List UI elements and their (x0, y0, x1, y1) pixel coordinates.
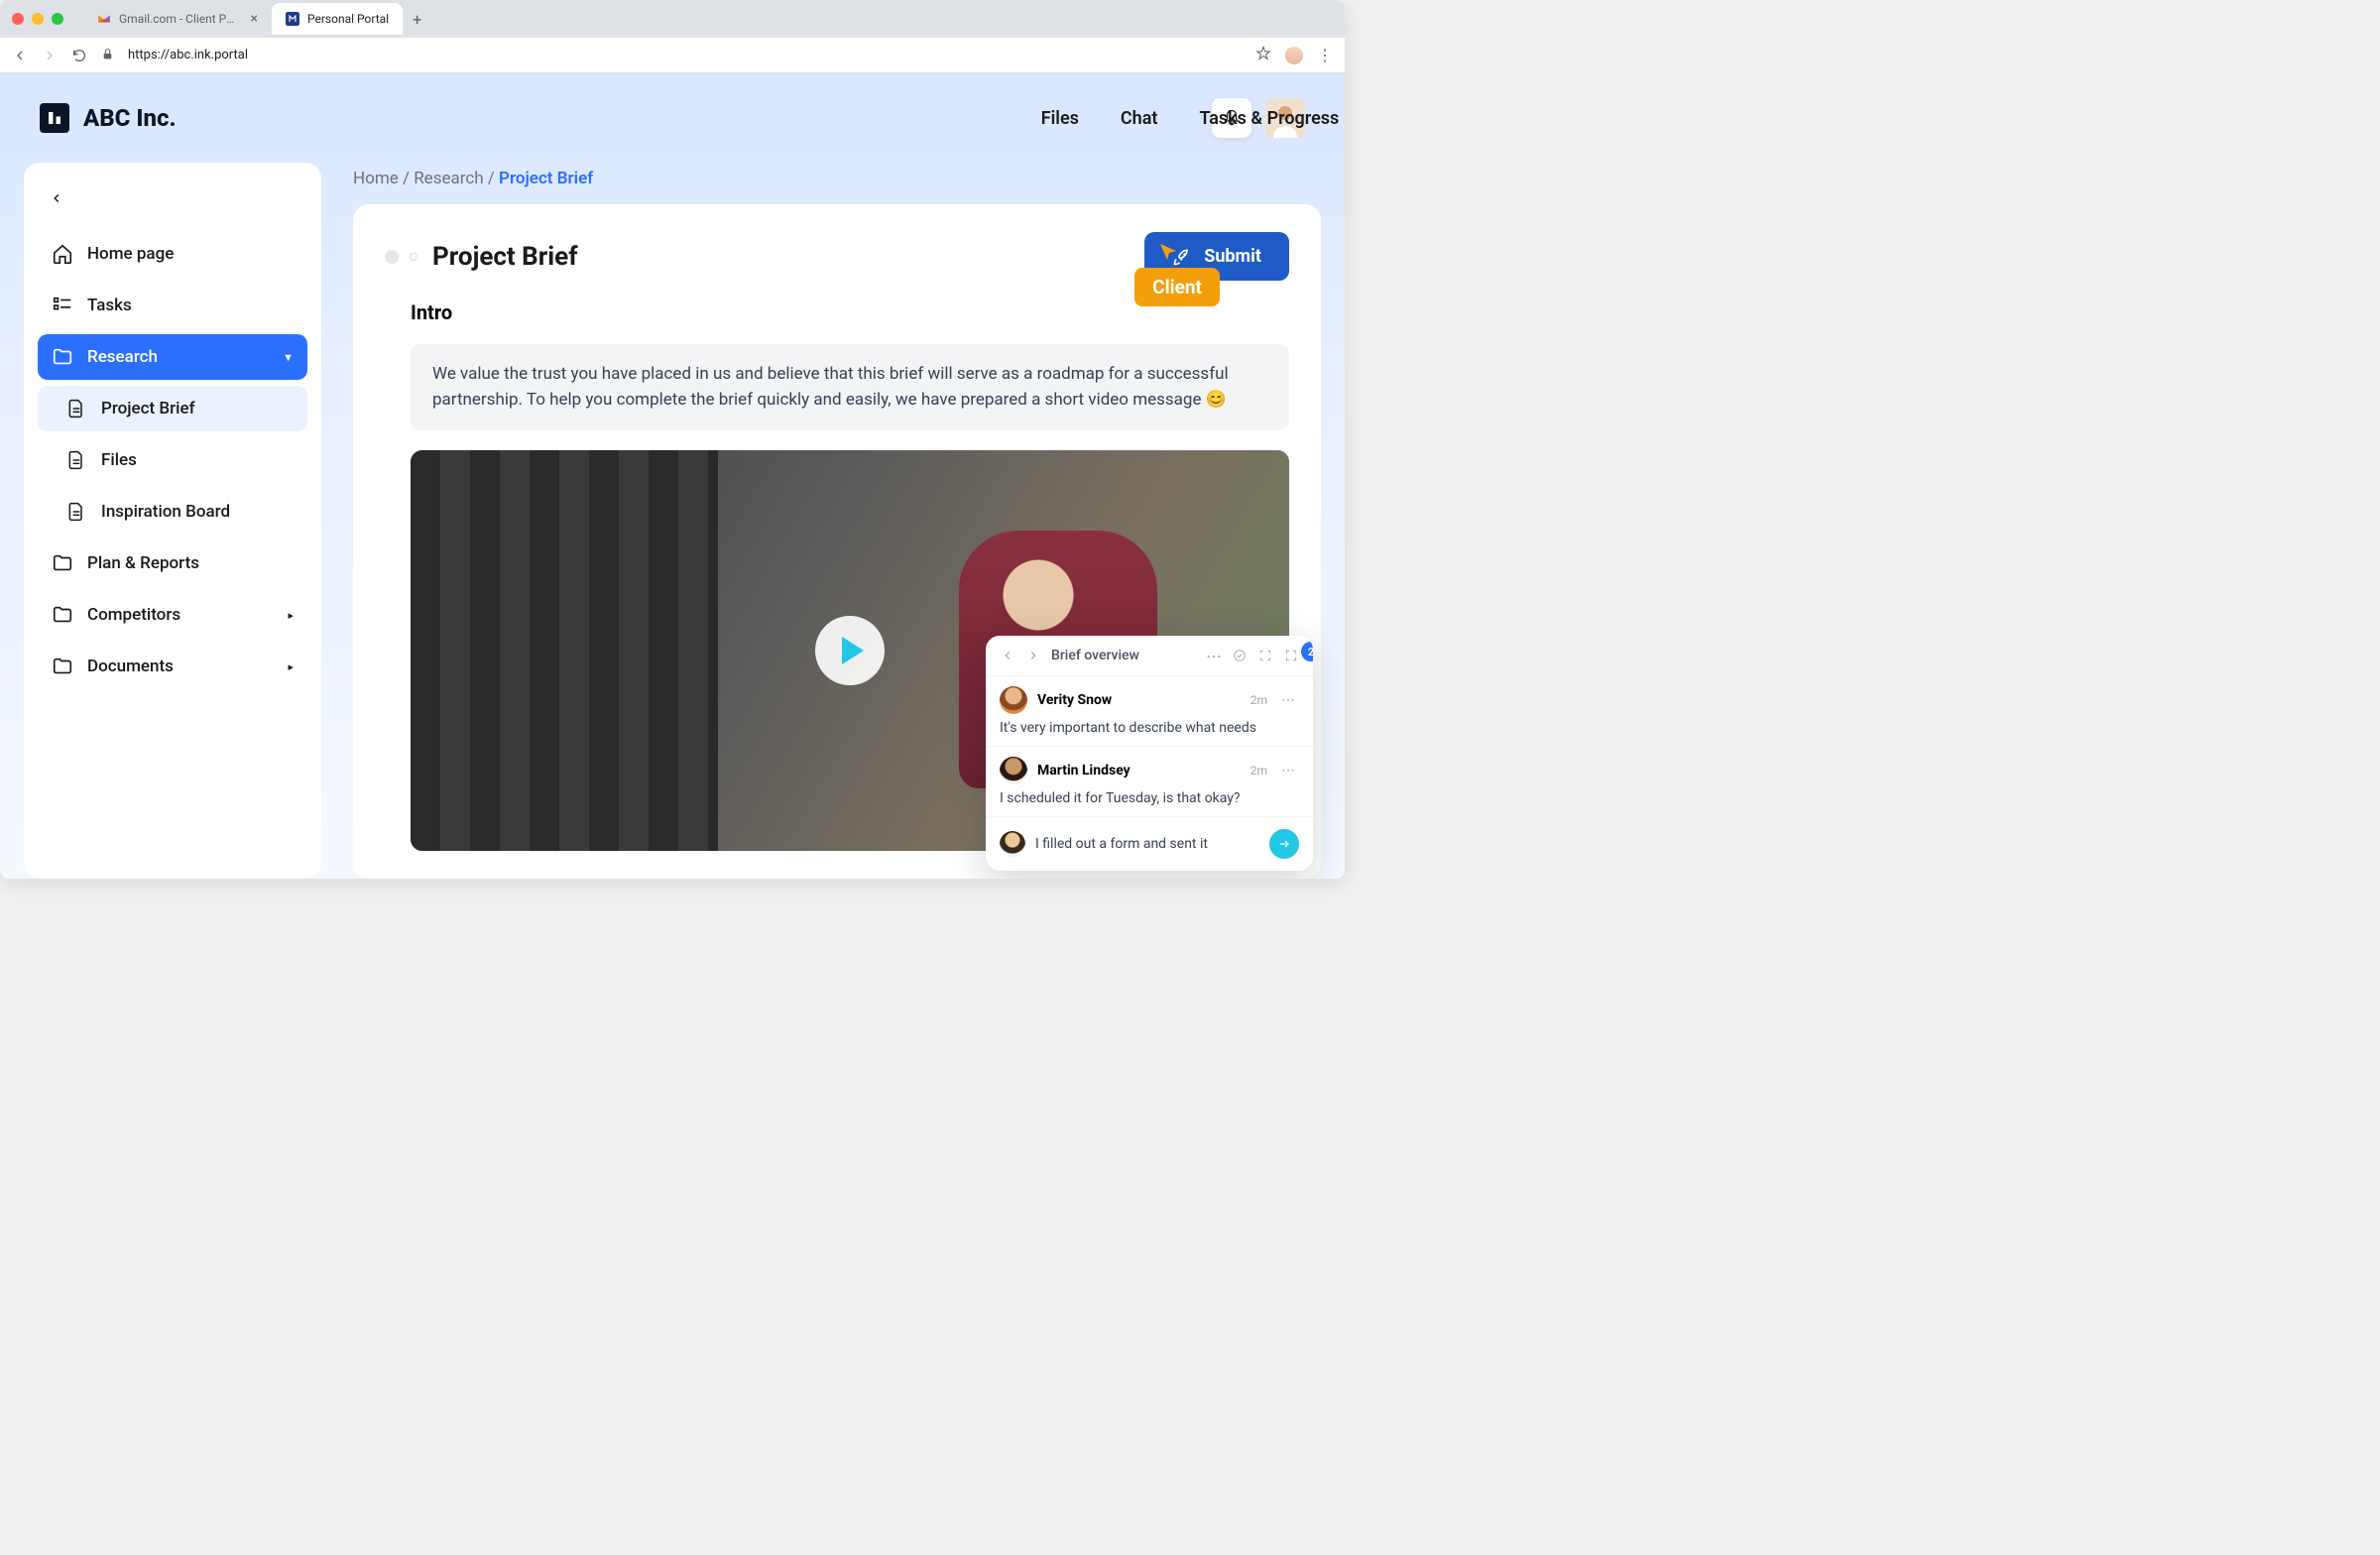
chat-panel: 2 Brief overview ⋯ Verity Snow (986, 636, 1313, 871)
submit-label: Submit (1204, 246, 1261, 267)
home-icon (52, 243, 73, 265)
browser-tab-inactive[interactable]: Gmail.com - Client Portal ... × (83, 3, 272, 35)
sidebar-item-plan[interactable]: Plan & Reports (38, 540, 307, 586)
breadcrumb-current: Project Brief (499, 169, 593, 188)
sidebar-item-label: Competitors (87, 605, 180, 625)
profile-avatar-icon[interactable] (1285, 47, 1303, 64)
page-title: Project Brief (432, 242, 578, 272)
menu-icon[interactable]: ⋮ (1317, 46, 1333, 64)
folder-icon (52, 604, 73, 626)
gmail-icon (97, 12, 111, 26)
chat-text: It's very important to describe what nee… (1000, 720, 1299, 736)
lock-icon (101, 46, 114, 64)
logo-mark-icon (40, 103, 69, 133)
sidebar-item-label: Inspiration Board (101, 502, 230, 522)
nav-chat[interactable]: Chat (1121, 108, 1158, 129)
breadcrumb-item[interactable]: Research (414, 169, 483, 188)
chat-author: Verity Snow (1037, 692, 1241, 708)
chat-author: Martin Lindsey (1037, 763, 1241, 778)
folder-icon (52, 346, 73, 368)
close-icon[interactable]: × (251, 11, 258, 27)
chat-input[interactable]: I filled out a form and sent it (1035, 836, 1259, 852)
window-controls[interactable] (12, 13, 63, 25)
chat-message: Martin Lindsey 2m ⋯ I scheduled it for T… (986, 746, 1313, 816)
folder-icon (52, 552, 73, 574)
sidebar-item-home[interactable]: Home page (38, 231, 307, 277)
chat-title: Brief overview (1051, 648, 1196, 663)
bookmark-icon[interactable] (1255, 46, 1271, 65)
status-indicators: ☺ (385, 250, 420, 264)
chat-text: I scheduled it for Tuesday, is that okay… (1000, 790, 1299, 806)
sidebar-item-documents[interactable]: Documents ▸ (38, 644, 307, 689)
arrow-right-icon (1277, 837, 1291, 851)
play-icon (842, 637, 864, 664)
more-icon[interactable]: ⋯ (1206, 648, 1222, 663)
play-button[interactable] (815, 616, 885, 685)
chevron-down-icon: ▼ (283, 351, 294, 364)
sidebar-item-competitors[interactable]: Competitors ▸ (38, 592, 307, 638)
breadcrumb-item[interactable]: Home (353, 169, 399, 188)
document-icon (65, 398, 87, 419)
sidebar-item-label: Plan & Reports (87, 553, 199, 573)
nav-tasks[interactable]: Tasks & Progress (1199, 108, 1339, 129)
chevron-right-icon[interactable] (1025, 648, 1041, 663)
browser-tab-bar: Gmail.com - Client Portal ... × Personal… (0, 0, 1345, 38)
more-icon[interactable]: ⋯ (1277, 692, 1299, 708)
chat-time: 2m (1250, 693, 1267, 707)
sidebar-item-inspiration[interactable]: Inspiration Board (38, 489, 307, 535)
sidebar-item-label: Project Brief (101, 399, 195, 419)
sidebar-back-button[interactable] (38, 186, 307, 225)
chat-message: Verity Snow 2m ⋯ It's very important to … (986, 675, 1313, 746)
url-field[interactable]: https://abc.ink.portal (128, 48, 1242, 62)
document-icon (65, 449, 87, 471)
sidebar-item-research[interactable]: Research ▼ (38, 334, 307, 380)
tab-title: Gmail.com - Client Portal ... (119, 12, 237, 26)
back-icon[interactable] (12, 48, 28, 63)
sidebar-item-label: Research (87, 347, 158, 367)
chevron-right-icon: ▸ (288, 660, 294, 673)
sidebar-item-label: Home page (87, 244, 174, 264)
brand-name: ABC Inc. (83, 104, 177, 132)
browser-url-bar: https://abc.ink.portal ⋮ (0, 38, 1345, 73)
sidebar-item-label: Files (101, 450, 137, 470)
chevron-left-icon[interactable] (1000, 648, 1015, 663)
chevron-right-icon: ▸ (288, 609, 294, 622)
chat-input-row: I filled out a form and sent it (986, 816, 1313, 871)
app-header: ABC Inc. Files Chat Tasks & Progress (0, 73, 1345, 163)
forward-icon[interactable] (42, 48, 58, 63)
folder-icon (52, 656, 73, 677)
cursor-label: Client (1134, 268, 1220, 306)
tasks-icon (52, 295, 73, 316)
expand-icon[interactable] (1257, 648, 1273, 663)
avatar-icon (1000, 757, 1027, 784)
send-button[interactable] (1269, 829, 1299, 859)
new-tab-button[interactable]: + (403, 10, 431, 29)
document-icon (65, 501, 87, 523)
avatar-icon (1000, 686, 1027, 714)
chat-time: 2m (1250, 764, 1267, 778)
tab-title: Personal Portal (307, 12, 389, 26)
sidebar-item-tasks[interactable]: Tasks (38, 283, 307, 328)
sidebar: Home page Tasks Research ▼ Project Brief (24, 163, 321, 879)
top-nav: Files Chat Tasks & Progress (1041, 108, 1340, 129)
browser-tab-active[interactable]: Personal Portal (272, 3, 403, 35)
collaborator-cursor: Client (1134, 240, 1180, 306)
breadcrumb: Home / Research / Project Brief (353, 163, 1321, 188)
fullscreen-icon[interactable] (1283, 648, 1299, 663)
sidebar-item-files[interactable]: Files (38, 437, 307, 483)
cursor-icon (1156, 240, 1180, 264)
chevron-left-icon (50, 191, 63, 205)
emoji-icon: ☺ (407, 250, 420, 264)
more-icon[interactable]: ⋯ (1277, 763, 1299, 778)
sidebar-item-project-brief[interactable]: Project Brief (38, 386, 307, 431)
portal-icon (286, 12, 299, 26)
brand-logo[interactable]: ABC Inc. (40, 103, 177, 133)
nav-files[interactable]: Files (1041, 108, 1079, 129)
avatar-icon (1000, 831, 1025, 857)
sidebar-item-label: Documents (87, 657, 174, 676)
reload-icon[interactable] (71, 48, 87, 63)
check-circle-icon[interactable] (1232, 648, 1248, 663)
intro-text-box: We value the trust you have placed in us… (411, 344, 1289, 430)
sidebar-item-label: Tasks (87, 296, 132, 315)
